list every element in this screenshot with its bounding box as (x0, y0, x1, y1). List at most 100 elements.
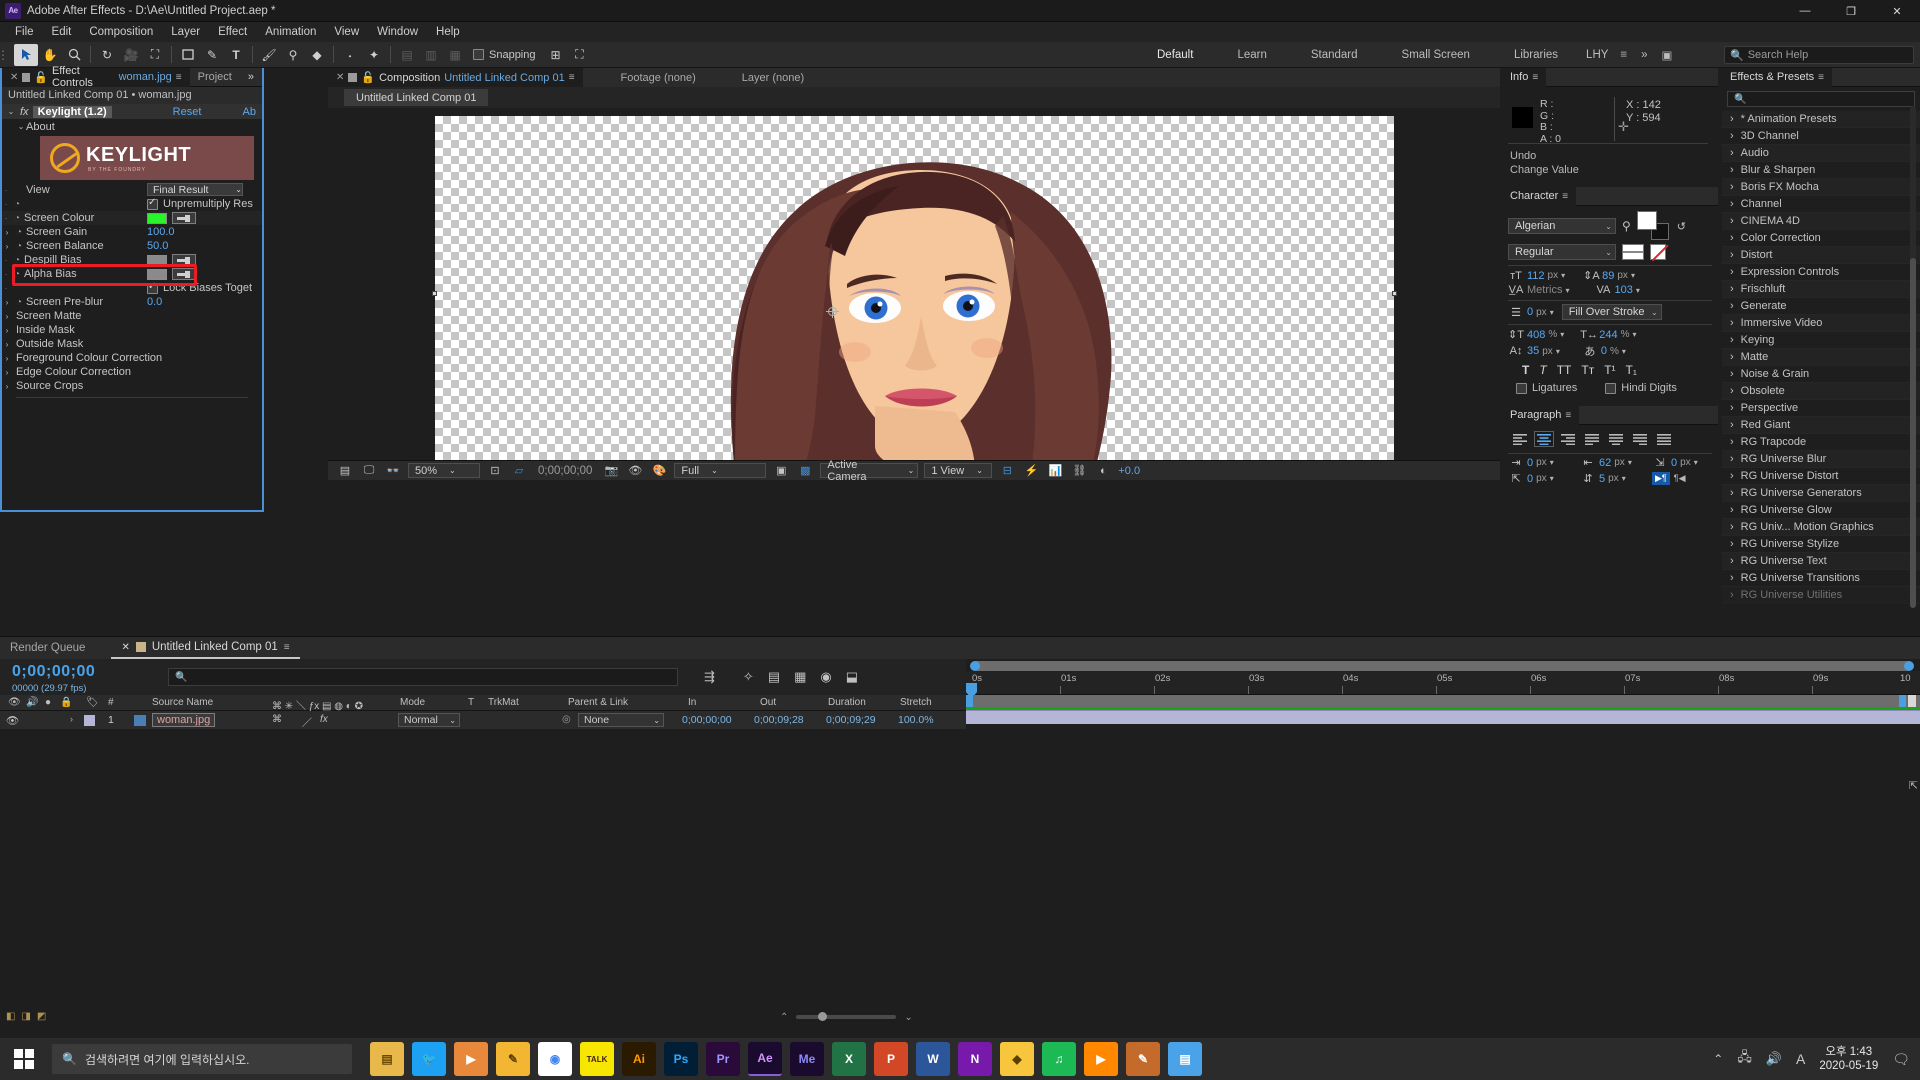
timeline-zoom-scrollbar[interactable] (970, 661, 1914, 671)
timeline-zoom-out-icon[interactable]: ⌃ (780, 1012, 788, 1023)
effects-category-frischluft[interactable]: › Frischluft (1722, 281, 1920, 298)
property-row-inside-mask[interactable]: › Inside Mask (2, 323, 262, 337)
frame-blending-icon[interactable]: ▦ (794, 669, 806, 685)
baseline-shift-field[interactable]: A↕ 35 px ▾ (1508, 343, 1560, 359)
tracking-field[interactable]: VA 103 ▾ (1595, 284, 1640, 296)
graph-editor-icon[interactable]: ⬓ (846, 669, 858, 685)
taskbar-chrome-icon[interactable]: ◉ (538, 1042, 572, 1076)
chevron-down-icon-stroke[interactable]: ▾ (1550, 308, 1554, 317)
region-interest-toggle-icon[interactable]: ▣ (772, 463, 790, 478)
about-disclosure-icon[interactable]: ⌄ (16, 122, 26, 131)
font-style-dropdown[interactable]: Regular ⌄ (1508, 244, 1616, 260)
tsume-value[interactable]: 0 (1601, 345, 1607, 357)
layer-source-name[interactable]: woman.jpg (152, 713, 216, 727)
taskbar-word-icon[interactable]: W (916, 1042, 950, 1076)
property-row-source-crops[interactable]: › Source Crops (2, 379, 262, 393)
timeline-expand-icon[interactable]: ◨ (21, 1011, 30, 1022)
chevron-right-icon-27[interactable]: › (1730, 572, 1734, 584)
ligatures-checkbox[interactable] (1516, 382, 1527, 394)
chevron-right-icon-11[interactable]: › (1730, 300, 1734, 312)
clone-stamp-tool-icon[interactable]: ⚲ (281, 44, 305, 66)
layout-icon[interactable]: ▣ (1656, 48, 1679, 62)
effects-presets-menu-icon[interactable]: ≡ (1818, 72, 1824, 83)
effects-category-rg-universe-transitions[interactable]: › RG Universe Transitions (1722, 570, 1920, 587)
snap-grid-icon[interactable]: ⊞ (544, 44, 568, 66)
show-snapshot-icon[interactable]: 👁 (626, 463, 644, 478)
volume-icon[interactable]: 🔊 (1766, 1051, 1782, 1067)
source-name-header[interactable]: Source Name (152, 697, 213, 708)
tab-layer[interactable]: Layer (none) (734, 68, 812, 87)
taskbar-editor-icon[interactable]: ✎ (1126, 1042, 1160, 1076)
menu-file[interactable]: File (6, 24, 43, 40)
disclosure-icon-screen-balance[interactable]: › (2, 242, 12, 251)
fill-color-swatch[interactable] (1636, 211, 1657, 230)
align-right-icon[interactable]: ▦ (443, 44, 467, 66)
scrollbar-left-handle[interactable] (970, 661, 980, 671)
chevron-right-icon-22[interactable]: › (1730, 487, 1734, 499)
workspace-small-screen[interactable]: Small Screen (1380, 49, 1492, 61)
property-row-screen-matte[interactable]: › Screen Matte (2, 309, 262, 323)
effects-category-generate[interactable]: › Generate (1722, 298, 1920, 315)
property-row-despill-bias[interactable]: · ◔ Despill Bias (2, 253, 262, 267)
taskbar-twitter-icon[interactable]: 🐦 (412, 1042, 446, 1076)
ime-indicator[interactable]: A (1796, 1051, 1805, 1067)
chevron-down-icon-vscale[interactable]: ▾ (1560, 330, 1564, 339)
indent-first-value[interactable]: 0 (1671, 457, 1677, 469)
effects-category-perspective[interactable]: › Perspective (1722, 400, 1920, 417)
taskbar-vlc-icon[interactable]: ▶ (1084, 1042, 1118, 1076)
effects-category-rg-universe-stylize[interactable]: › RG Universe Stylize (1722, 536, 1920, 553)
effects-category-immersive-video[interactable]: › Immersive Video (1722, 315, 1920, 332)
close-timeline-tab-icon[interactable]: ✕ (121, 642, 129, 653)
effects-category-rg-universe-text[interactable]: › RG Universe Text (1722, 553, 1920, 570)
layer-duration-bar[interactable] (966, 710, 1920, 724)
solo-icon-header[interactable]: ● (45, 697, 51, 708)
lock-icon-comp[interactable]: 🔓 (361, 71, 375, 84)
chevron-right-icon-24[interactable]: › (1730, 521, 1734, 533)
layer-visibility-icon[interactable]: 👁 (6, 714, 19, 727)
effects-category-blur-sharpen[interactable]: › Blur & Sharpen (1722, 162, 1920, 179)
tsume-field[interactable]: あ 0 % ▾ (1582, 343, 1626, 359)
chevron-right-icon-28[interactable]: › (1730, 589, 1734, 601)
subscript-button[interactable]: T₁ (1626, 363, 1637, 377)
workspace-default[interactable]: Default (1135, 49, 1215, 61)
effect-reset-link[interactable]: Reset (173, 106, 202, 118)
out-header[interactable]: Out (760, 697, 776, 708)
faux-italic-button[interactable]: T (1539, 363, 1546, 377)
layer-label-color[interactable] (84, 715, 95, 726)
chevron-right-icon-7[interactable]: › (1730, 232, 1734, 244)
timeline-ruler[interactable]: 0s 01s 02s 03s 04s 05s 06s 07s 08s 09s 1… (966, 671, 1920, 699)
chevron-right-icon-25[interactable]: › (1730, 538, 1734, 550)
snapshot-icon[interactable]: 📷 (602, 463, 620, 478)
faux-bold-button[interactable]: T (1522, 363, 1529, 377)
workspace-menu-icon[interactable]: ≡ (1614, 49, 1633, 61)
layer-duration[interactable]: 0;00;09;29 (826, 714, 876, 726)
chevron-right-icon-0[interactable]: › (1730, 113, 1734, 125)
selection-tool-icon[interactable] (14, 43, 38, 66)
align-left-icon[interactable]: ▤ (395, 44, 419, 66)
stretch-header[interactable]: Stretch (900, 697, 932, 708)
chevron-right-icon-3[interactable]: › (1730, 164, 1734, 176)
property-row-alpha-bias[interactable]: · ◔ Alpha Bias (2, 267, 262, 281)
property-row-unpremultiply[interactable]: · ◔ Unpremultiply Res (2, 197, 262, 211)
zoom-tool-icon[interactable] (62, 44, 86, 66)
disclosure-icon-screen-preblur[interactable]: › (2, 298, 12, 307)
toggle-switches-modes-icon[interactable]: ◧ (6, 1011, 15, 1022)
close-comp-tab-icon[interactable]: ✕ (336, 72, 344, 83)
chevron-right-icon-1[interactable]: › (1730, 130, 1734, 142)
reset-colors-icon[interactable]: ↺ (1677, 220, 1686, 233)
effects-category-rg-universe-distort[interactable]: › RG Universe Distort (1722, 468, 1920, 485)
taskbar-onenote-icon[interactable]: N (958, 1042, 992, 1076)
effects-category-color-correction[interactable]: › Color Correction (1722, 230, 1920, 247)
scrollbar-right-handle[interactable] (1904, 661, 1914, 671)
superscript-button[interactable]: T¹ (1604, 363, 1615, 377)
horizontal-scale-field[interactable]: T↔ 244 % ▾ (1580, 328, 1636, 341)
effects-category-obsolete[interactable]: › Obsolete (1722, 383, 1920, 400)
hand-tool-icon[interactable]: ✋ (38, 44, 62, 66)
duration-header[interactable]: Duration (828, 697, 866, 708)
maximize-button[interactable]: ❐ (1828, 0, 1874, 22)
align-left-button[interactable] (1510, 431, 1530, 447)
disclosure-icon-foreground-cc[interactable]: › (2, 354, 12, 363)
eye-icon-header[interactable]: 👁 (8, 697, 21, 708)
work-area-bar[interactable] (966, 695, 1920, 707)
screen-colour-swatch[interactable] (147, 212, 167, 224)
